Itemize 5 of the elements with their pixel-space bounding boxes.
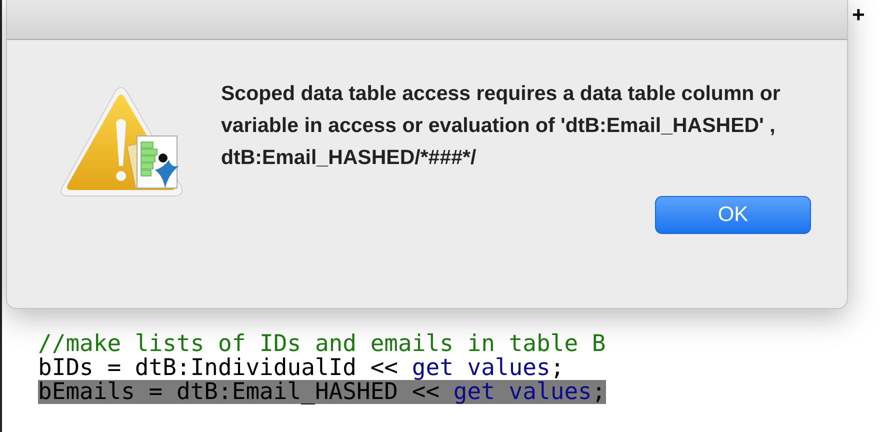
- code-line: bIDs = dtB:IndividualId << get values;: [38, 356, 564, 380]
- code-line: //make lists of IDs and emails in table B: [38, 332, 606, 356]
- plus-sign: +: [852, 2, 865, 28]
- ok-button[interactable]: OK: [655, 196, 811, 234]
- alert-message: Scoped data table access requires a data table column or variable in access or evaluation of 'dtB:Email_HASHED' , dtB:Email_HASHED/*###*/: [221, 81, 781, 171]
